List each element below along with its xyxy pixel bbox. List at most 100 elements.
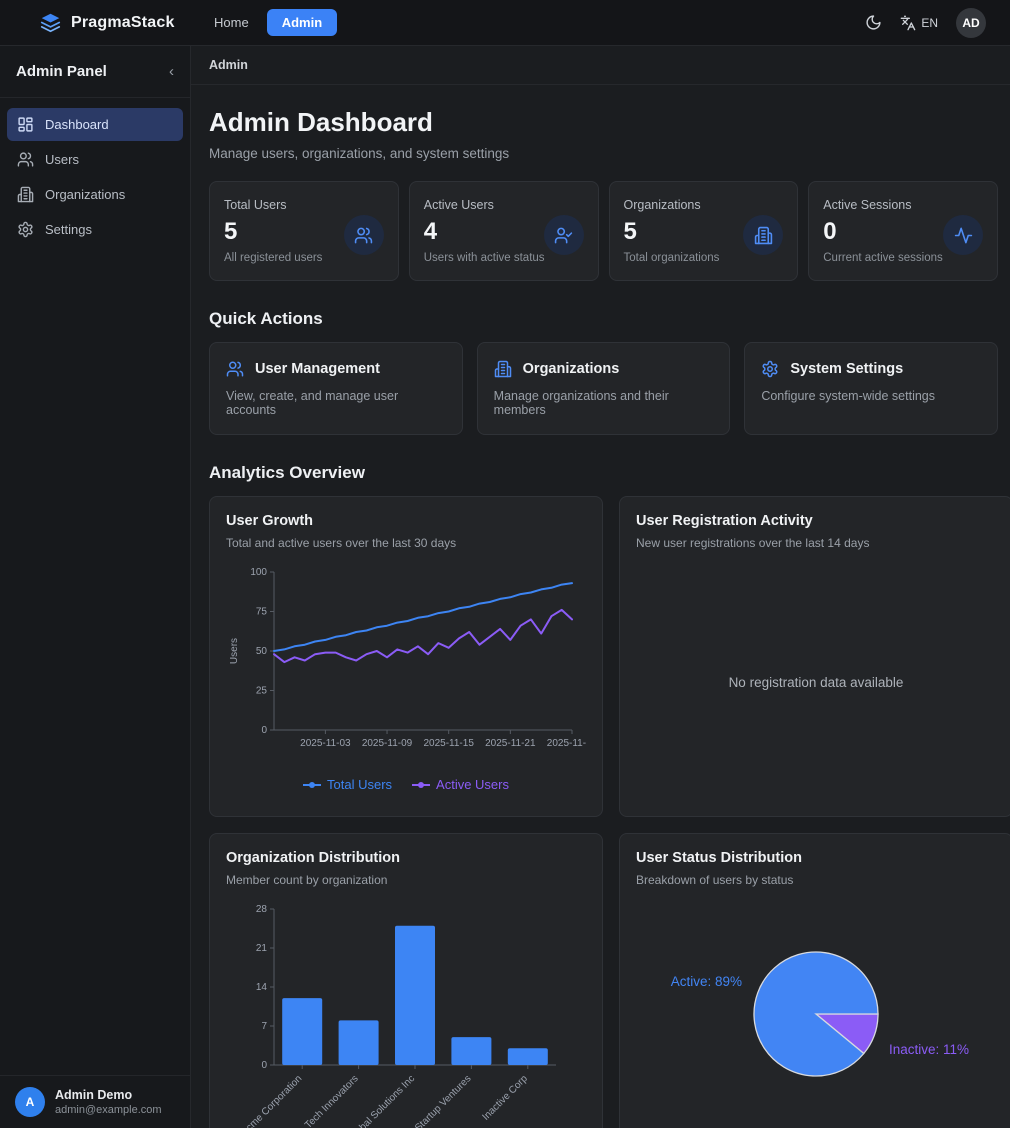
stat-card-active-sessions: Active Sessions 0 Current active session… (808, 181, 998, 281)
svg-text:Inactive: 11%: Inactive: 11% (889, 1042, 969, 1057)
svg-text:25: 25 (256, 686, 268, 697)
stat-card-organizations: Organizations 5 Total organizations (609, 181, 799, 281)
admin-sidebar: Admin Panel ‹ Dashboard Users Organizati… (0, 46, 191, 1128)
users-icon (17, 151, 34, 168)
stat-label: Active Users (424, 198, 584, 212)
sidebar-title: Admin Panel (16, 63, 107, 80)
quick-action-title: System Settings (790, 361, 903, 377)
sidebar-item-organizations[interactable]: Organizations (7, 178, 183, 211)
svg-text:Tech Innovators: Tech Innovators (303, 1073, 361, 1128)
legend-item: Active Users (412, 777, 509, 792)
organization-bar-chart: 07142128Acme CorporationTech InnovatorsG… (226, 901, 586, 1128)
charts-grid: User Growth Total and active users over … (209, 496, 998, 1128)
gear-icon (761, 360, 779, 378)
stat-card-active-users: Active Users 4 Users with active status (409, 181, 599, 281)
quick-action-title: User Management (255, 361, 380, 377)
sidebar-item-settings[interactable]: Settings (7, 213, 183, 246)
sidebar-item-label: Settings (45, 222, 92, 237)
top-navbar: PragmaStack Home Admin EN AD (0, 0, 1010, 46)
layers-logo-icon (40, 12, 61, 33)
sidebar-item-label: Organizations (45, 187, 125, 202)
quick-actions-grid: User Management View, create, and manage… (209, 342, 998, 435)
chart-title: User Registration Activity (636, 513, 996, 529)
breadcrumb[interactable]: Admin (209, 58, 248, 72)
svg-text:0: 0 (261, 1060, 267, 1071)
breadcrumb-bar: Admin (191, 46, 1010, 85)
chart-title: User Status Distribution (636, 850, 996, 866)
page-subtitle: Manage users, organizations, and system … (209, 146, 998, 161)
users-icon (344, 215, 384, 255)
nav-admin-link[interactable]: Admin (267, 9, 337, 36)
top-nav: Home Admin (204, 9, 337, 36)
chart-title: User Growth (226, 513, 586, 529)
user-avatar[interactable]: AD (956, 8, 986, 38)
quick-action-description: Configure system-wide settings (761, 389, 981, 403)
chart-subtitle: Member count by organization (226, 873, 586, 887)
svg-text:75: 75 (256, 607, 268, 618)
svg-text:2025-11-21: 2025-11-21 (485, 738, 536, 749)
organization-distribution-card: Organization Distribution Member count b… (209, 833, 603, 1128)
stats-grid: Total Users 5 All registered users Activ… (209, 181, 998, 281)
svg-text:28: 28 (256, 904, 268, 915)
language-label: EN (921, 16, 938, 30)
quick-action-description: View, create, and manage user accounts (226, 389, 446, 417)
user-growth-line-chart: 02550751002025-11-032025-11-092025-11-15… (226, 564, 586, 769)
svg-text:Inactive Corp: Inactive Corp (480, 1073, 530, 1123)
sidebar-user-info[interactable]: A Admin Demo admin@example.com (0, 1075, 190, 1128)
dashboard-icon (17, 116, 34, 133)
user-growth-card: User Growth Total and active users over … (209, 496, 603, 817)
sidebar-item-label: Dashboard (45, 117, 109, 132)
registration-activity-card: User Registration Activity New user regi… (619, 496, 1010, 817)
users-icon (226, 360, 244, 378)
sidebar-item-label: Users (45, 152, 79, 167)
chart-title: Organization Distribution (226, 850, 586, 866)
chart-subtitle: Breakdown of users by status (636, 873, 996, 887)
svg-text:14: 14 (256, 982, 268, 993)
svg-text:2025-11-09: 2025-11-09 (362, 738, 413, 749)
svg-text:50: 50 (256, 646, 268, 657)
language-switcher[interactable]: EN (900, 15, 938, 31)
building-icon (17, 186, 34, 203)
page-title: Admin Dashboard (209, 107, 998, 138)
quick-action-organizations[interactable]: Organizations Manage organizations and t… (477, 342, 731, 435)
user-check-icon (544, 215, 584, 255)
sidebar-item-users[interactable]: Users (7, 143, 183, 176)
brand-name: PragmaStack (71, 14, 175, 32)
svg-text:21: 21 (256, 943, 268, 954)
chart-subtitle: Total and active users over the last 30 … (226, 536, 586, 550)
theme-toggle-button[interactable] (865, 14, 882, 31)
user-status-card: User Status Distribution Breakdown of us… (619, 833, 1010, 1128)
svg-text:100: 100 (250, 567, 267, 578)
legend-item: Total Users (303, 777, 392, 792)
svg-text:Users: Users (229, 638, 240, 664)
stat-label: Total Users (224, 198, 384, 212)
svg-text:2025-11-27: 2025-11-27 (547, 738, 586, 749)
main-content: Admin Admin Dashboard Manage users, orga… (191, 46, 1010, 1128)
svg-text:Active: 89%: Active: 89% (671, 974, 742, 989)
analytics-heading: Analytics Overview (209, 463, 998, 483)
svg-text:0: 0 (261, 725, 267, 736)
sidebar-collapse-button[interactable]: ‹ (169, 64, 174, 79)
quick-actions-heading: Quick Actions (209, 309, 998, 329)
user-status-pie-chart: Active: 89% Inactive: 11% (636, 901, 996, 1128)
quick-action-system-settings[interactable]: System Settings Configure system-wide se… (744, 342, 998, 435)
quick-action-user-management[interactable]: User Management View, create, and manage… (209, 342, 463, 435)
line-chart-legend: Total Users Active Users (303, 777, 509, 792)
stat-label: Active Sessions (823, 198, 983, 212)
brand[interactable]: PragmaStack (40, 12, 192, 33)
nav-home-link[interactable]: Home (204, 9, 259, 36)
svg-text:Acme Corporation: Acme Corporation (240, 1073, 305, 1128)
chart-subtitle: New user registrations over the last 14 … (636, 536, 996, 550)
gear-icon (17, 221, 34, 238)
quick-action-description: Manage organizations and their members (494, 389, 714, 417)
stat-card-total-users: Total Users 5 All registered users (209, 181, 399, 281)
svg-text:7: 7 (261, 1021, 267, 1032)
sidebar-item-dashboard[interactable]: Dashboard (7, 108, 183, 141)
activity-icon (943, 215, 983, 255)
stat-label: Organizations (624, 198, 784, 212)
empty-state-message: No registration data available (636, 564, 996, 800)
building-icon (743, 215, 783, 255)
user-name: Admin Demo (55, 1088, 162, 1102)
user-email: admin@example.com (55, 1104, 162, 1116)
languages-icon (900, 15, 916, 31)
